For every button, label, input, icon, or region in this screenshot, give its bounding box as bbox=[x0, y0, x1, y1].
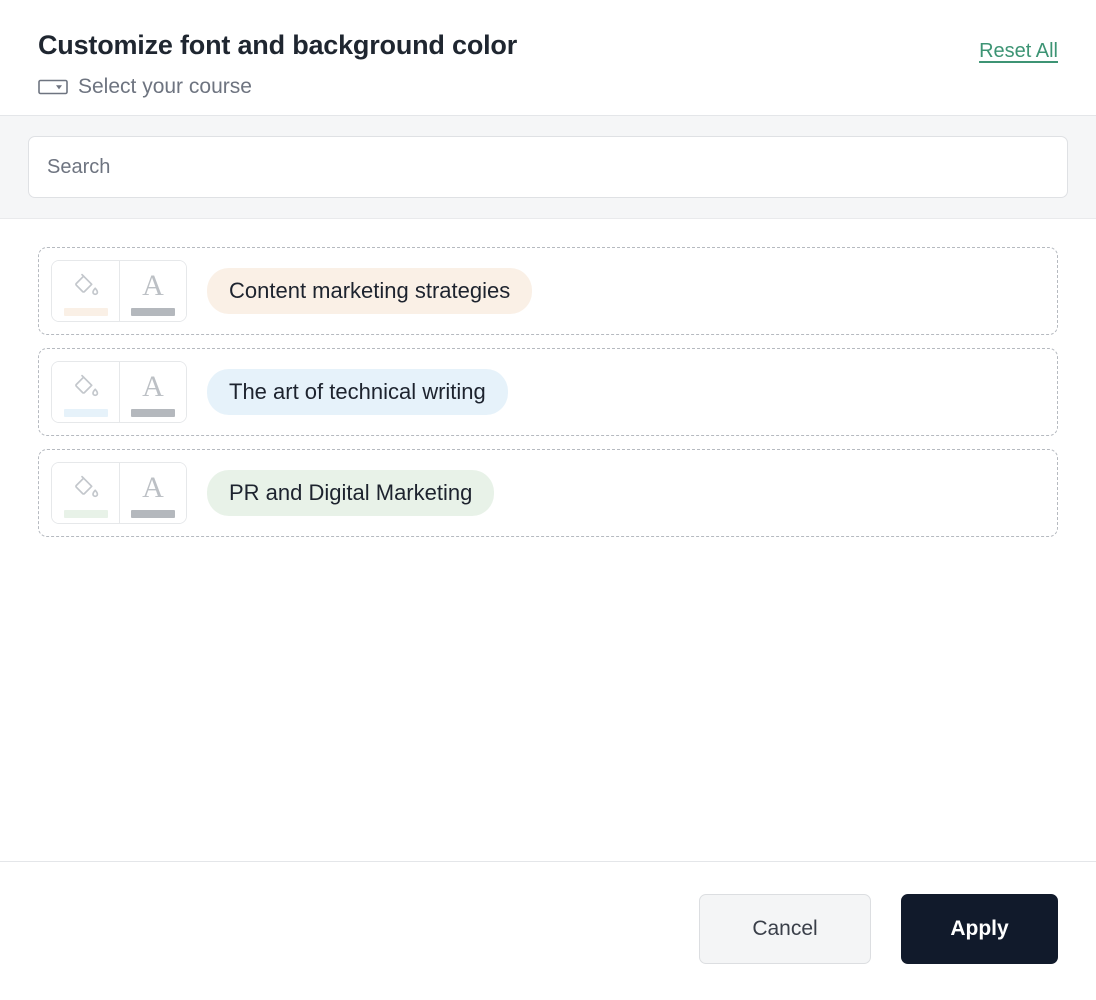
dialog-footer: Cancel Apply bbox=[0, 862, 1096, 1000]
course-name-pill: The art of technical writing bbox=[207, 369, 508, 415]
background-color-swatch bbox=[63, 408, 108, 417]
background-color-button[interactable] bbox=[52, 463, 119, 523]
font-color-button[interactable]: A bbox=[119, 261, 186, 321]
course-row[interactable]: A The art of technical writing bbox=[38, 348, 1058, 436]
font-color-button[interactable]: A bbox=[119, 463, 186, 523]
font-color-swatch bbox=[131, 307, 175, 316]
subtitle-text: Select your course bbox=[78, 75, 252, 98]
header-title-row: Customize font and background color Rese… bbox=[38, 30, 1058, 63]
font-color-button[interactable]: A bbox=[119, 362, 186, 422]
font-color-icon: A bbox=[142, 470, 164, 504]
course-row[interactable]: A Content marketing strategies bbox=[38, 247, 1058, 335]
customize-colors-dialog: Customize font and background color Rese… bbox=[0, 0, 1096, 1000]
color-controls-group: A bbox=[51, 361, 187, 423]
apply-button[interactable]: Apply bbox=[901, 894, 1058, 964]
background-color-button[interactable] bbox=[52, 362, 119, 422]
subtitle-row: Select your course bbox=[38, 76, 1058, 97]
dropdown-select-icon bbox=[38, 78, 68, 96]
paint-bucket-icon bbox=[71, 269, 101, 303]
color-controls-group: A bbox=[51, 260, 187, 322]
color-controls-group: A bbox=[51, 462, 187, 524]
dialog-header: Customize font and background color Rese… bbox=[0, 0, 1096, 115]
course-name-pill: Content marketing strategies bbox=[207, 268, 533, 314]
paint-bucket-icon bbox=[71, 370, 101, 404]
search-input[interactable] bbox=[28, 136, 1068, 198]
page-title: Customize font and background color bbox=[38, 30, 518, 60]
reset-all-link[interactable]: Reset All bbox=[979, 40, 1058, 63]
font-color-icon: A bbox=[142, 268, 164, 302]
background-color-button[interactable] bbox=[52, 261, 119, 321]
background-color-swatch bbox=[63, 307, 108, 316]
search-band bbox=[0, 116, 1096, 219]
font-color-icon: A bbox=[142, 369, 164, 403]
course-name-pill: PR and Digital Marketing bbox=[207, 470, 495, 516]
font-color-swatch bbox=[131, 408, 175, 417]
paint-bucket-icon bbox=[71, 471, 101, 505]
course-row[interactable]: A PR and Digital Marketing bbox=[38, 449, 1058, 537]
course-list: A Content marketing strategies A The art… bbox=[0, 219, 1096, 861]
cancel-button[interactable]: Cancel bbox=[699, 894, 871, 964]
background-color-swatch bbox=[63, 509, 108, 518]
font-color-swatch bbox=[131, 509, 175, 518]
